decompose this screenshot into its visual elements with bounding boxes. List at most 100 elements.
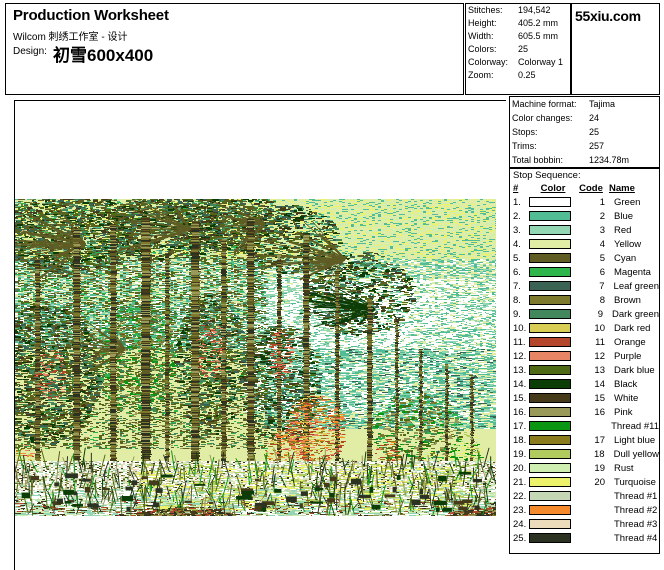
stats-row: Width: 605.5 mm bbox=[466, 30, 570, 43]
stop-sequence-code: 2 bbox=[599, 210, 605, 222]
color-swatch-cell bbox=[529, 197, 577, 207]
machine-info-row: Total bobbin: 1234.78m bbox=[510, 153, 659, 167]
stop-sequence-number: 1. bbox=[513, 196, 521, 208]
color-swatch[interactable] bbox=[529, 477, 571, 487]
stop-sequence-row[interactable]: 1. 1 Green bbox=[510, 195, 659, 209]
stop-sequence-row[interactable]: 8. 8 Brown bbox=[510, 293, 659, 307]
color-swatch[interactable] bbox=[529, 295, 571, 305]
color-swatch[interactable] bbox=[529, 365, 571, 375]
color-swatch[interactable] bbox=[528, 281, 571, 291]
color-swatch[interactable] bbox=[529, 351, 571, 361]
stop-sequence-number: 8. bbox=[513, 294, 521, 306]
stop-sequence-row[interactable]: 14. 14 Black bbox=[510, 377, 659, 391]
column-header-code: Code bbox=[579, 183, 603, 194]
stop-sequence-thread-name: Turquoise bbox=[614, 476, 656, 488]
stop-sequence-row[interactable]: 23. Thread #2 bbox=[510, 503, 659, 517]
color-swatch[interactable] bbox=[529, 253, 571, 263]
color-swatch[interactable] bbox=[528, 421, 571, 431]
stop-sequence-row[interactable]: 11. 11 Orange bbox=[510, 335, 659, 349]
stop-sequence-row[interactable]: 17. Thread #11 bbox=[510, 419, 659, 433]
stop-sequence-row[interactable]: 9. 9 Dark green bbox=[510, 307, 659, 321]
stop-sequence-row[interactable]: 15. 15 White bbox=[510, 391, 659, 405]
color-swatch[interactable] bbox=[529, 225, 571, 235]
stats-value: 25 bbox=[518, 44, 529, 54]
stop-sequence-row[interactable]: 21. 20 Turquoise bbox=[510, 475, 659, 489]
color-swatch-cell bbox=[529, 211, 577, 221]
stop-sequence-thread-name: Red bbox=[614, 224, 632, 236]
stats-label: Height: bbox=[468, 18, 497, 28]
stop-sequence-row[interactable]: 3. 3 Red bbox=[510, 223, 659, 237]
stop-sequence-code: 7 bbox=[599, 280, 605, 292]
stop-sequence-row[interactable]: 7. 7 Leaf green bbox=[510, 279, 659, 293]
color-swatch-cell bbox=[529, 323, 577, 333]
color-swatch[interactable] bbox=[529, 533, 571, 543]
color-swatch[interactable] bbox=[529, 435, 571, 445]
stop-sequence-row[interactable]: 10. 10 Dark red bbox=[510, 321, 659, 335]
color-swatch[interactable] bbox=[528, 309, 571, 319]
color-swatch[interactable] bbox=[529, 267, 571, 277]
stop-sequence-code: 4 bbox=[599, 238, 605, 250]
stop-sequence-row[interactable]: 19. 18 Dull yellow bbox=[510, 447, 659, 461]
stop-sequence-number: 23. bbox=[513, 504, 527, 516]
worksheet-header-box: Production Worksheet Wilcom 刺绣工作室 - 设计 D… bbox=[5, 3, 464, 95]
stop-sequence-row[interactable]: 13. 13 Dark blue bbox=[510, 363, 659, 377]
stop-sequence-number: 7. bbox=[513, 280, 521, 292]
color-swatch[interactable] bbox=[529, 491, 571, 501]
stop-sequence-row[interactable]: 6. 6 Magenta bbox=[510, 265, 659, 279]
color-swatch[interactable] bbox=[529, 211, 571, 221]
machine-info-label: Color changes: bbox=[512, 113, 573, 123]
color-swatch[interactable] bbox=[529, 379, 571, 389]
stop-sequence-code: 5 bbox=[599, 252, 605, 264]
stop-sequence-thread-name: Thread #11 bbox=[611, 420, 659, 432]
stop-sequence-row[interactable]: 25. Thread #4 bbox=[510, 531, 659, 545]
machine-info-row: Color changes: 24 bbox=[510, 111, 659, 125]
stats-row: Colors: 25 bbox=[466, 43, 570, 56]
stop-sequence-row[interactable]: 16. 16 Pink bbox=[510, 405, 659, 419]
stop-sequence-row[interactable]: 2. 2 Blue bbox=[510, 209, 659, 223]
stop-sequence-thread-name: Thread #1 bbox=[614, 490, 658, 502]
stop-sequence-thread-name: Cyan bbox=[614, 252, 637, 264]
stop-sequence-number: 13. bbox=[513, 364, 527, 376]
color-swatch[interactable] bbox=[529, 239, 571, 249]
stats-value: 194,542 bbox=[518, 5, 551, 15]
color-swatch-cell bbox=[528, 309, 576, 319]
stop-sequence-row[interactable]: 12. 12 Purple bbox=[510, 349, 659, 363]
stop-sequence-number: 16. bbox=[513, 406, 527, 418]
color-swatch[interactable] bbox=[528, 449, 571, 459]
stop-sequence-code: 10 bbox=[594, 322, 605, 334]
stop-sequence-code: 1 bbox=[599, 196, 605, 208]
color-swatch[interactable] bbox=[529, 407, 571, 417]
stop-sequence-header-row: # Color Code Name bbox=[510, 182, 659, 195]
machine-info-label: Total bobbin: bbox=[512, 155, 564, 165]
stop-sequence-number: 19. bbox=[513, 448, 527, 460]
stop-sequence-row[interactable]: 5. 5 Cyan bbox=[510, 251, 659, 265]
stats-label: Colorway: bbox=[468, 57, 509, 67]
stop-sequence-number: 18. bbox=[513, 434, 527, 446]
color-swatch-cell bbox=[528, 281, 577, 291]
color-swatch[interactable] bbox=[529, 323, 571, 333]
machine-info-label: Machine format: bbox=[512, 99, 577, 109]
column-header-number: # bbox=[513, 183, 519, 194]
stop-sequence-number: 11. bbox=[513, 336, 526, 348]
stats-value: 0.25 bbox=[518, 70, 536, 80]
design-stats-table: Stitches: 194,542 Height: 405.2 mm Width: 605… bbox=[466, 4, 570, 82]
color-swatch-cell bbox=[529, 239, 577, 249]
stop-sequence-row[interactable]: 24. Thread #3 bbox=[510, 517, 659, 531]
color-swatch[interactable] bbox=[529, 197, 571, 207]
color-swatch[interactable] bbox=[529, 505, 571, 515]
stop-sequence-thread-name: Rust bbox=[614, 462, 634, 474]
color-swatch[interactable] bbox=[529, 519, 571, 529]
color-swatch[interactable] bbox=[529, 337, 571, 347]
stop-sequence-row[interactable]: 18. 17 Light blue bbox=[510, 433, 659, 447]
stats-value: 605.5 mm bbox=[518, 31, 559, 41]
color-swatch-cell bbox=[528, 421, 575, 431]
color-swatch[interactable] bbox=[529, 463, 571, 473]
stop-sequence-row[interactable]: 20. 19 Rust bbox=[510, 461, 659, 475]
machine-info-label: Stops: bbox=[512, 127, 538, 137]
stop-sequence-row[interactable]: 22. Thread #1 bbox=[510, 489, 659, 503]
stop-sequence-thread-name: Dark green bbox=[612, 308, 659, 320]
color-swatch[interactable] bbox=[529, 393, 571, 403]
stop-sequence-row[interactable]: 4. 4 Yellow bbox=[510, 237, 659, 251]
stop-sequence-number: 9. bbox=[513, 308, 521, 320]
color-swatch-cell bbox=[529, 337, 577, 347]
